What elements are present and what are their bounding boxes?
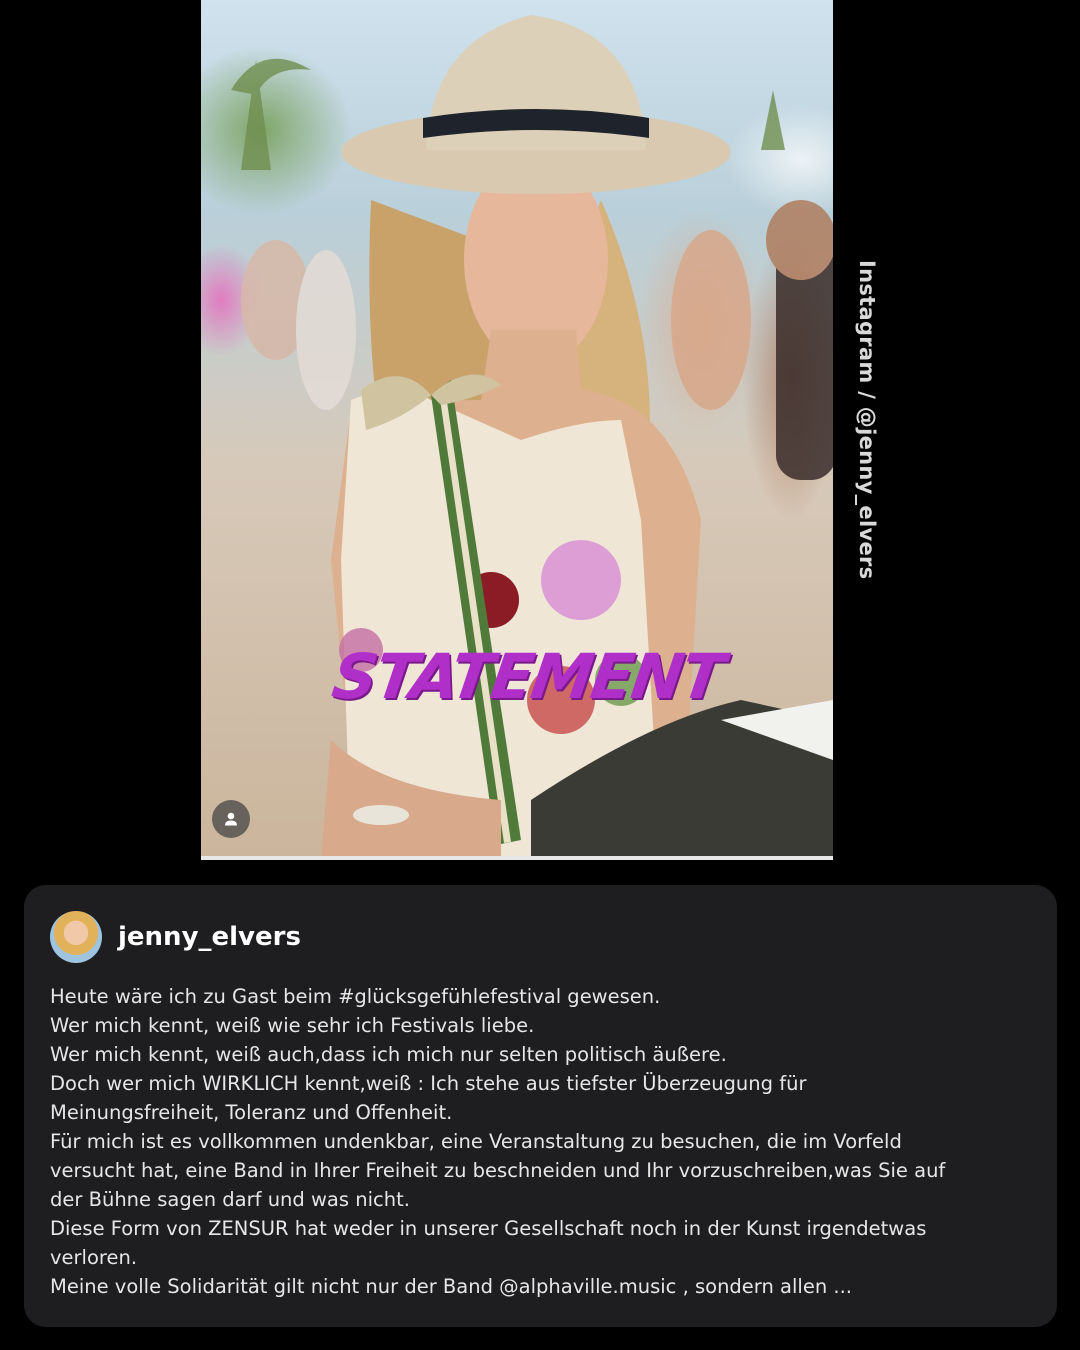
caption-line: Wer mich kennt, weiß auch,dass ich mich …	[50, 1043, 727, 1066]
username[interactable]: jenny_elvers	[118, 922, 301, 952]
statement-overlay-text: STATEMENT	[327, 640, 728, 713]
caption-line[interactable]: Meine volle Solidarität gilt nicht nur d…	[50, 1272, 1031, 1301]
caption-line: Diese Form von ZENSUR hat weder in unser…	[50, 1217, 927, 1240]
image-credit: Instagram / @jenny_elvers	[855, 260, 879, 580]
avatar[interactable]	[50, 911, 102, 963]
tagged-user-button[interactable]	[212, 800, 250, 838]
person-icon	[225, 812, 237, 826]
post-image[interactable]: STATEMENT	[201, 0, 833, 860]
photo-illustration	[231, 15, 833, 856]
post-header: jenny_elvers	[50, 911, 1031, 963]
caption-card: jenny_elvers Heute wäre ich zu Gast beim…	[24, 885, 1057, 1327]
post-caption: Heute wäre ich zu Gast beim #glücksgefüh…	[50, 982, 1031, 1301]
caption-line: Für mich ist es vollkommen undenkbar, ei…	[50, 1130, 902, 1153]
caption-line: der Bühne sagen darf und was nicht.	[50, 1188, 410, 1211]
caption-line: Heute wäre ich zu Gast beim #glücksgefüh…	[50, 985, 661, 1008]
caption-line: Wer mich kennt, weiß wie sehr ich Festiv…	[50, 1014, 535, 1037]
caption-line: Meinungsfreiheit, Toleranz und Offenheit…	[50, 1101, 453, 1124]
caption-line: versucht hat, eine Band in Ihrer Freihei…	[50, 1159, 946, 1182]
caption-line: verloren.	[50, 1246, 138, 1269]
caption-line: Doch wer mich WIRKLICH kennt,weiß : Ich …	[50, 1072, 807, 1095]
